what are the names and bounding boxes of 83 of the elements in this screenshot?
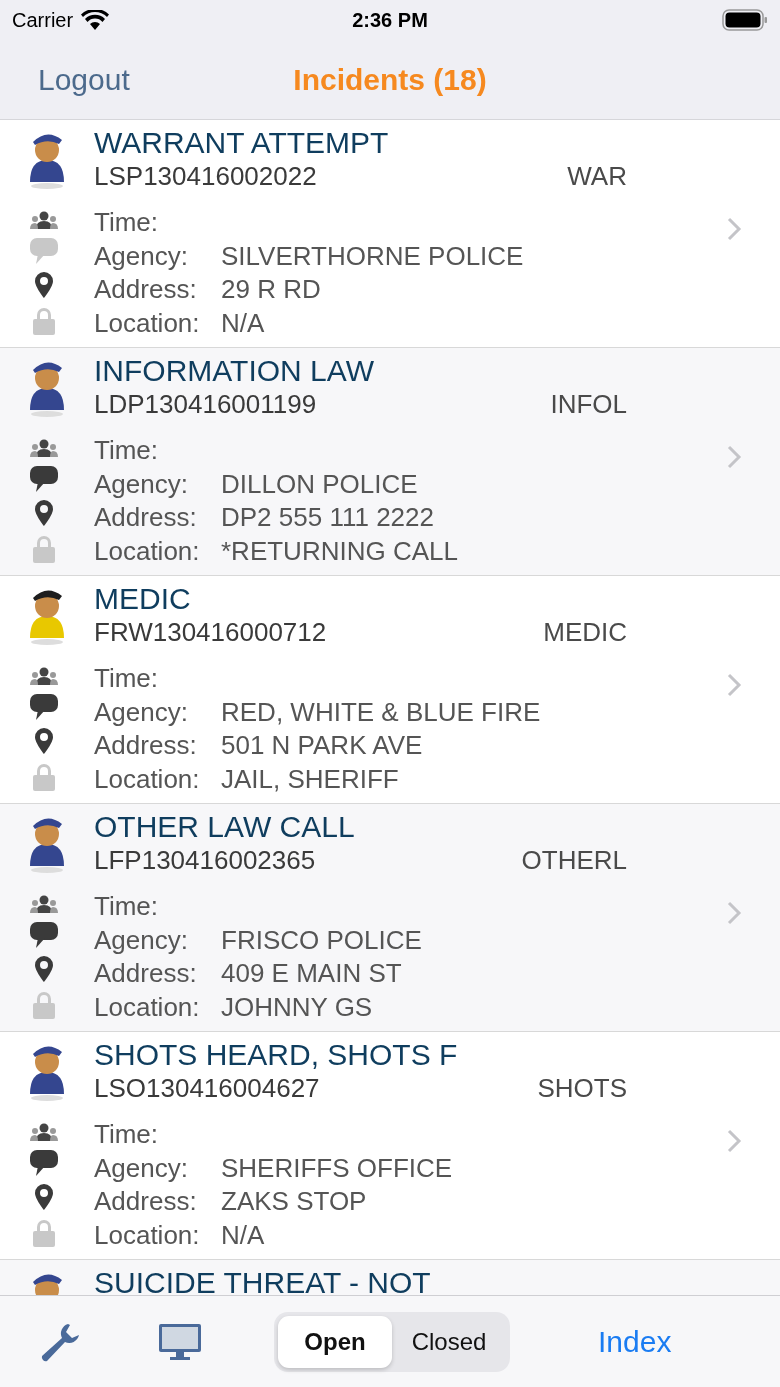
incident-number: LSO130416004627 [94, 1072, 320, 1104]
field-value: SHERIFFS OFFICE [221, 1152, 453, 1184]
incident-title: OTHER LAW CALL [94, 810, 356, 844]
incident-title: MEDIC [94, 582, 192, 616]
field-label: Time: [94, 207, 160, 239]
carrier-name: Carrier [12, 8, 74, 32]
field-label: Address: [94, 274, 198, 306]
nav-title: Incidents (18) [293, 62, 487, 97]
incident-code: OTHERL [521, 844, 627, 876]
field-label: Address: [94, 502, 198, 534]
field-value: N/A [221, 1219, 265, 1251]
map-pin-icon [35, 500, 53, 527]
people-icon [30, 667, 58, 686]
field-value: JAIL, SHERIFF [221, 763, 399, 795]
people-icon [30, 439, 58, 458]
index-button[interactable]: Index [598, 1324, 672, 1359]
incident-number: LDP130416001199 [94, 388, 317, 420]
field-label: Time: [94, 1119, 160, 1151]
field-value: JOHNNY GS [221, 991, 373, 1023]
incident-code: SHOTS [537, 1072, 627, 1104]
incident-row[interactable]: OTHER LAW CALL LFP130416002365 OTHERL Time: Agency: FRISCO POLICE Address: 409 E MAIN ST Location: JOHNNY GS [0, 804, 780, 1032]
field-label: Agency: [94, 924, 189, 956]
field-label: Agency: [94, 696, 189, 728]
padlock-icon [32, 762, 56, 791]
incident-title: SHOTS HEARD, SHOTS F [94, 1038, 459, 1072]
field-value: RED, WHITE & BLUE FIRE [221, 696, 541, 728]
segment-button[interactable]: Open [278, 1315, 392, 1368]
people-icon [30, 211, 58, 230]
battery-icon [722, 9, 768, 31]
status-time: 2:36 PM [352, 8, 428, 32]
map-pin-icon [35, 956, 53, 983]
padlock-icon [32, 306, 56, 335]
field-label: Location: [94, 307, 201, 339]
padlock-icon [32, 534, 56, 563]
incident-title: SUICIDE THREAT - NOT [94, 1266, 431, 1295]
chevron-icon [726, 1128, 742, 1154]
incident-number: FRW130416000712 [94, 616, 327, 648]
padlock-icon [32, 990, 56, 1019]
field-value: DILLON POLICE [221, 468, 418, 500]
segment-button[interactable]: Closed [392, 1315, 506, 1368]
field-label: Time: [94, 663, 160, 695]
field-label: Location: [94, 763, 201, 795]
incident-number: LFP130416002365 [94, 844, 316, 876]
field-label: Agency: [94, 240, 189, 272]
map-pin-icon [35, 272, 53, 299]
field-label: Address: [94, 958, 198, 990]
field-value: SILVERTHORNE POLICE [221, 240, 524, 272]
incident-code: MEDIC [543, 616, 627, 648]
field-value: DP2 555 111 2222 [221, 502, 434, 534]
field-label: Location: [94, 1219, 201, 1251]
field-value: 29 R RD [221, 274, 321, 306]
field-value: ZAKS STOP [221, 1186, 367, 1218]
incident-row[interactable]: INFORMATION LAW LDP130416001199 INFOL Time: Agency: DILLON POLICE Address: DP2 555 111 2222 Location: *RETURNING CALL [0, 348, 780, 576]
incident-row[interactable]: SUICIDE THREAT - NOT [0, 1260, 780, 1295]
field-label: Agency: [94, 468, 189, 500]
field-label: Time: [94, 435, 160, 467]
incident-title: INFORMATION LAW [94, 354, 375, 388]
incident-code: WAR [567, 160, 627, 192]
field-value: FRISCO POLICE [221, 924, 422, 956]
field-label: Time: [94, 891, 160, 923]
field-value: N/A [221, 307, 265, 339]
chevron-icon [726, 900, 742, 926]
field-value: 409 E MAIN ST [221, 958, 402, 990]
map-pin-icon [35, 1184, 53, 1211]
padlock-icon [32, 1218, 56, 1247]
field-value: 501 N PARK AVE [221, 730, 423, 762]
field-label: Address: [94, 1186, 198, 1218]
incident-title: WARRANT ATTEMPT [94, 126, 390, 160]
field-label: Location: [94, 991, 201, 1023]
field-value: *RETURNING CALL [221, 535, 458, 567]
field-label: Address: [94, 730, 198, 762]
field-label: Agency: [94, 1152, 189, 1184]
incident-code: INFOL [550, 388, 627, 420]
people-icon [30, 895, 58, 914]
chevron-icon [726, 444, 742, 470]
people-icon [30, 1123, 58, 1142]
incident-number: LSP130416002022 [94, 160, 317, 192]
logout-button[interactable]: Logout [38, 62, 130, 97]
chevron-icon [726, 216, 742, 242]
chevron-icon [726, 672, 742, 698]
field-label: Location: [94, 535, 201, 567]
wifi-icon [81, 10, 110, 30]
map-pin-icon [35, 728, 53, 755]
